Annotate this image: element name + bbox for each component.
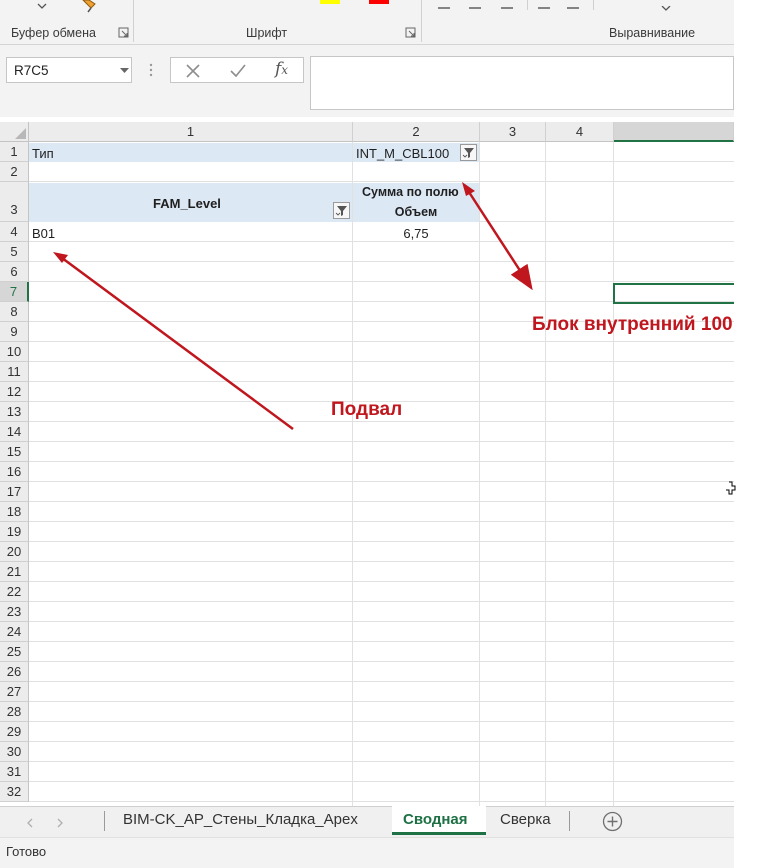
status-bar: Готово: [0, 837, 734, 868]
status-text: Готово: [6, 844, 47, 859]
sheet-tab-bar: BIM-CK_AP_Стены_Кладка_Apex Сводная Свер…: [0, 806, 734, 837]
cross-cursor-icon: [726, 481, 736, 495]
tab-sheet-bim[interactable]: BIM-CK_AP_Стены_Кладка_Apex: [123, 807, 358, 835]
tab-scroll-left-icon[interactable]: [26, 816, 34, 828]
tab-sheet-sverka[interactable]: Сверка: [500, 807, 551, 835]
annotation-arrows: [53, 182, 533, 431]
add-sheet-icon[interactable]: [602, 811, 623, 832]
tab-sheet-svodnaya-bg[interactable]: Сводная: [392, 806, 486, 835]
tab-scroll-right-icon[interactable]: [56, 816, 64, 828]
arrow-to-filter: [465, 188, 533, 291]
annotation-footer-label: Подвал: [331, 399, 403, 420]
tab-sheet-svodnaya[interactable]: Сводная: [403, 807, 468, 833]
annotation-block-label: Блок внутренний 100: [532, 314, 733, 335]
arrow-to-row: [57, 253, 294, 431]
